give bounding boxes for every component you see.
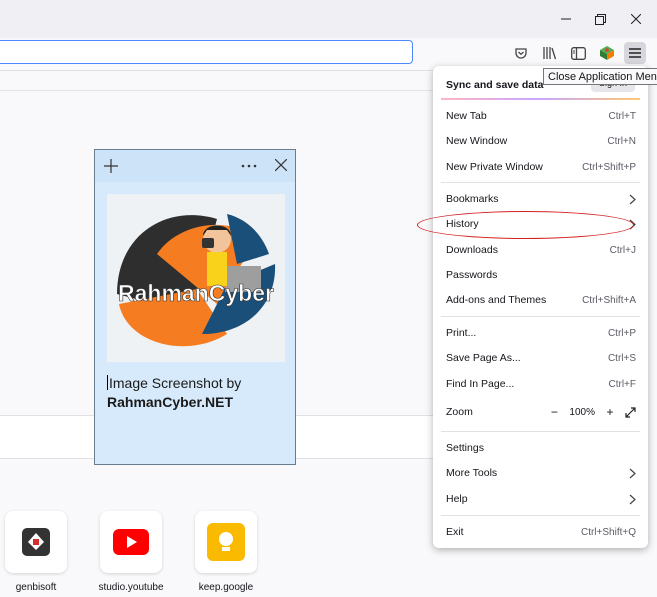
menu-item-new-window[interactable]: New Window Ctrl+N [446, 130, 636, 152]
menu-item-shortcut: Ctrl+Shift+A [582, 294, 636, 306]
zoom-controls: − 100% + [547, 405, 636, 419]
keep-icon [207, 523, 245, 561]
shortcut-tile-genbisoft[interactable] [5, 511, 67, 573]
zoom-out-button[interactable]: − [547, 405, 561, 419]
menu-item-label: New Tab [446, 110, 487, 122]
extension-button[interactable] [596, 42, 618, 64]
pocket-button[interactable] [510, 42, 532, 64]
menu-item-label: Zoom [446, 406, 473, 418]
youtube-icon [113, 529, 149, 555]
note-header [95, 150, 295, 182]
menu-separator [441, 431, 640, 432]
menu-item-help[interactable]: Help [446, 488, 636, 510]
menu-item-settings[interactable]: Settings [446, 437, 636, 459]
menu-item-downloads[interactable]: Downloads Ctrl+J [446, 239, 636, 261]
menu-item-label: Add-ons and Themes [446, 294, 547, 306]
chevron-right-icon [629, 194, 636, 204]
fullscreen-icon[interactable] [625, 406, 636, 418]
chevron-right-icon [629, 494, 636, 504]
title-bar [0, 0, 657, 38]
add-note-icon[interactable] [104, 159, 118, 173]
menu-item-shortcut: Ctrl+F [608, 378, 637, 390]
sync-divider [441, 98, 640, 100]
menu-item-new-private-window[interactable]: New Private Window Ctrl+Shift+P [446, 156, 636, 178]
hamburger-icon [629, 48, 641, 58]
url-bar[interactable] [0, 40, 413, 64]
menu-item-label: New Window [446, 135, 508, 147]
menu-item-label: Downloads [446, 244, 498, 256]
menu-item-print[interactable]: Print... Ctrl+P [446, 322, 636, 344]
tooltip: Close Application Menu [543, 68, 657, 85]
menu-item-shortcut: Ctrl+S [607, 352, 636, 364]
menu-item-label: Help [446, 493, 468, 505]
shortcut-tile-youtube[interactable] [100, 511, 162, 573]
menu-item-shortcut: Ctrl+N [607, 135, 636, 147]
menu-item-save-page[interactable]: Save Page As... Ctrl+S [446, 347, 636, 369]
app-menu-button[interactable] [624, 42, 646, 64]
zoom-level[interactable]: 100% [569, 407, 595, 418]
menu-item-zoom: Zoom − 100% + [446, 401, 636, 423]
sticky-note[interactable]: RahmanCyber Image Screenshot by RahmanCy… [94, 149, 296, 465]
menu-item-passwords[interactable]: Passwords [446, 264, 636, 286]
menu-item-shortcut: Ctrl+J [609, 244, 636, 256]
note-image: RahmanCyber [107, 194, 285, 362]
zoom-in-button[interactable]: + [603, 405, 617, 419]
sidebar-button[interactable] [567, 42, 589, 64]
menu-separator [441, 182, 640, 183]
genbisoft-icon [22, 528, 50, 556]
svg-text:RahmanCyber: RahmanCyber [118, 280, 274, 306]
divider [0, 90, 436, 91]
library-icon [543, 47, 557, 60]
more-options-icon[interactable] [241, 164, 257, 168]
menu-item-shortcut: Ctrl+T [608, 110, 637, 122]
app-menu-panel: Sync and save data Sign In New Tab Ctrl+… [433, 66, 648, 548]
rahmancyber-logo: RahmanCyber [117, 214, 276, 347]
shortcut-label: keep.google [198, 582, 254, 593]
menu-item-more-tools[interactable]: More Tools [446, 462, 636, 484]
menu-separator [441, 316, 640, 317]
minimize-button[interactable] [551, 6, 581, 32]
sync-label: Sync and save data [446, 79, 544, 91]
chevron-right-icon [629, 468, 636, 478]
menu-item-label: More Tools [446, 467, 498, 479]
menu-item-addons[interactable]: Add-ons and Themes Ctrl+Shift+A [446, 289, 636, 311]
menu-item-label: Exit [446, 526, 464, 538]
extension-icon [600, 46, 614, 60]
menu-item-label: Passwords [446, 269, 498, 281]
menu-item-exit[interactable]: Exit Ctrl+Shift+Q [446, 521, 636, 543]
note-line-1: Image Screenshot by [109, 375, 242, 391]
menu-item-find[interactable]: Find In Page... Ctrl+F [446, 373, 636, 395]
sidebar-icon [570, 46, 586, 60]
close-note-icon[interactable] [275, 159, 287, 171]
menu-item-shortcut: Ctrl+Shift+Q [580, 526, 636, 538]
menu-item-new-tab[interactable]: New Tab Ctrl+T [446, 105, 636, 127]
history-highlight-annotation [417, 211, 634, 239]
pocket-icon [515, 48, 527, 59]
menu-item-shortcut: Ctrl+P [607, 327, 636, 339]
shortcut-tile-keep[interactable] [195, 511, 257, 573]
menu-item-label: Save Page As... [446, 352, 521, 364]
menu-item-shortcut: Ctrl+Shift+P [582, 161, 636, 173]
note-line-2: RahmanCyber.NET [107, 394, 234, 410]
library-button[interactable] [539, 42, 561, 64]
shortcut-label: genbisoft [15, 582, 57, 593]
menu-item-label: Bookmarks [446, 193, 499, 205]
shortcut-label: studio.youtube [98, 582, 164, 593]
minimize-icon [561, 18, 571, 20]
menu-item-label: Find In Page... [446, 378, 515, 390]
close-window-button[interactable] [621, 6, 651, 32]
menu-item-bookmarks[interactable]: Bookmarks [446, 188, 636, 210]
restore-icon [594, 13, 606, 25]
menu-item-label: Print... [446, 327, 477, 339]
close-icon [631, 14, 641, 24]
restore-button[interactable] [585, 6, 615, 32]
note-text[interactable]: Image Screenshot by RahmanCyber.NET [107, 374, 287, 412]
menu-item-label: New Private Window [446, 161, 543, 173]
menu-item-label: Settings [446, 442, 484, 454]
menu-separator [441, 515, 640, 516]
